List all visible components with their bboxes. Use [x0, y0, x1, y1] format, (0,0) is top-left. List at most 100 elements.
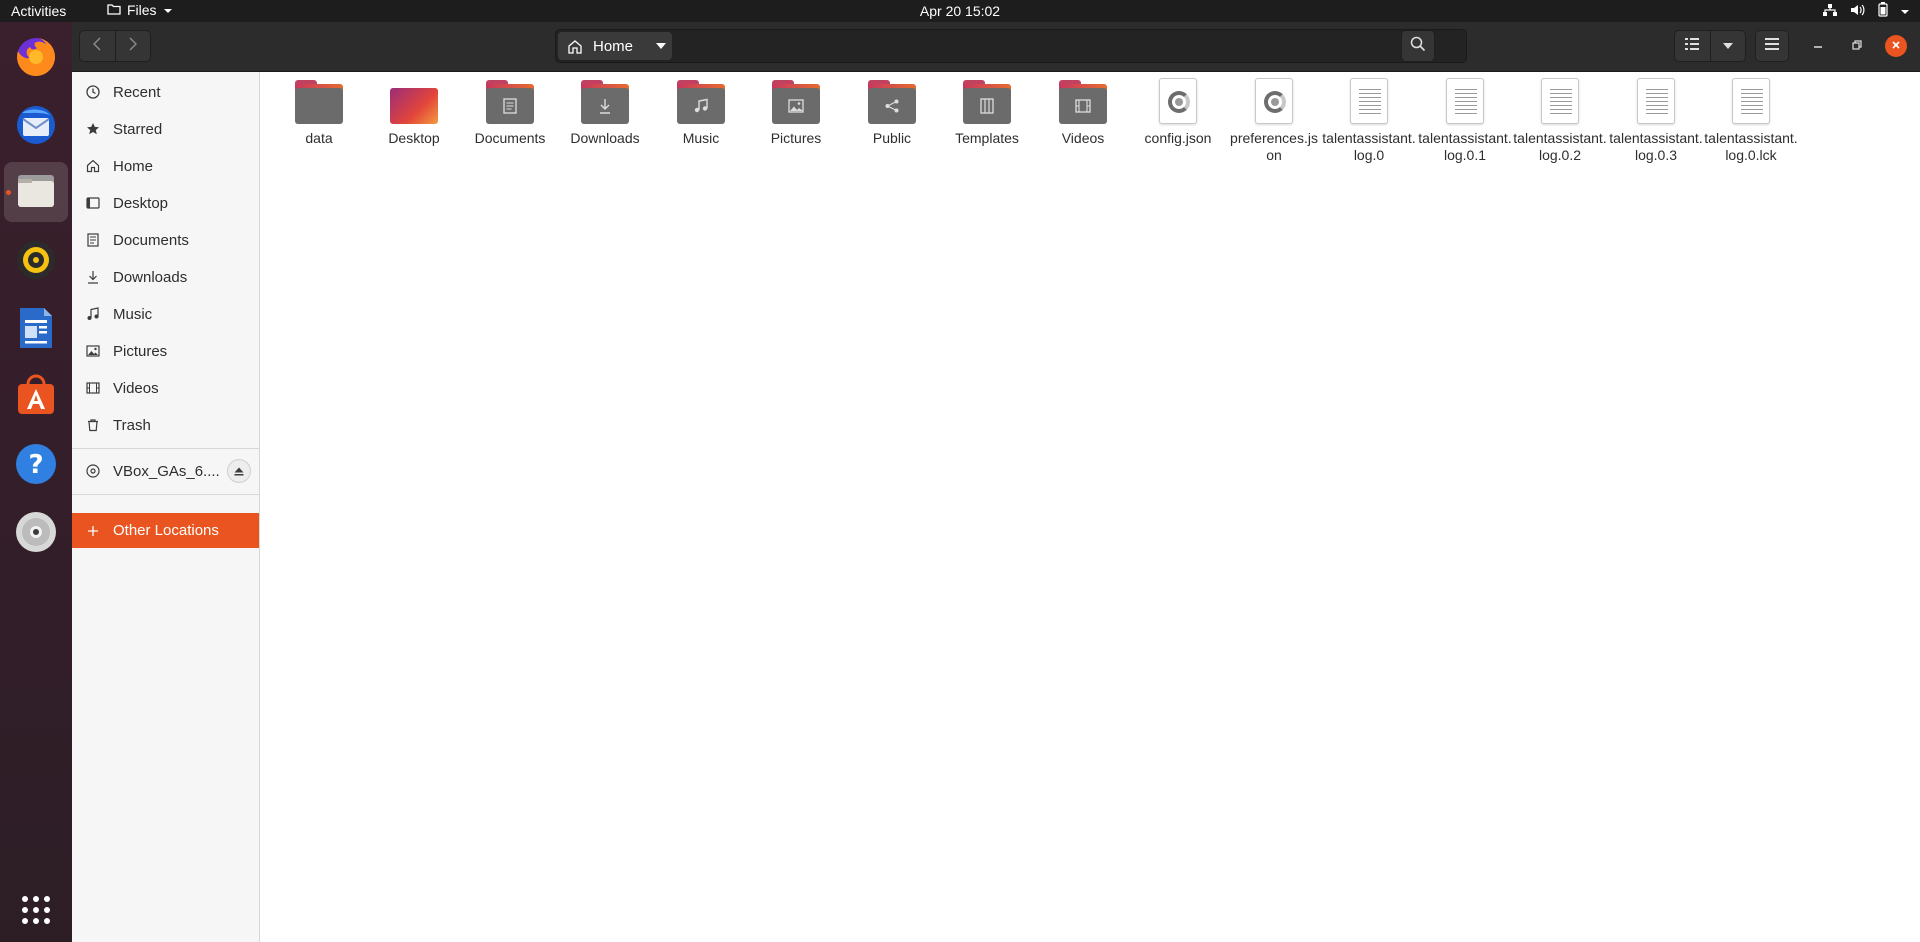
maximize-button[interactable] — [1845, 34, 1869, 58]
forward-button[interactable] — [114, 31, 151, 61]
help-icon: ? — [14, 442, 58, 491]
file-item-log-0-1[interactable]: talentassistant.log.0.1 — [1418, 76, 1512, 164]
back-button[interactable] — [80, 31, 115, 61]
list-view-icon — [1685, 37, 1700, 55]
view-options-button[interactable] — [1709, 31, 1746, 61]
file-item-data[interactable]: data — [272, 76, 366, 147]
sidebar-item-label: Pictures — [113, 342, 168, 360]
file-name: talentassistant.log.0.3 — [1609, 130, 1703, 163]
top-bar: Activities Files Apr 20 15:02 — [0, 0, 1920, 22]
chevron-right-icon — [129, 36, 137, 56]
file-item-videos[interactable]: Videos — [1036, 76, 1130, 147]
sidebar-item-downloads[interactable]: Downloads — [72, 259, 259, 295]
sidebar-item-device[interactable]: VBox_GAs_6.... — [72, 453, 259, 489]
dock-dvd[interactable] — [4, 504, 68, 564]
file-item-downloads[interactable]: Downloads — [558, 76, 652, 147]
dock-help[interactable]: ? — [4, 436, 68, 496]
restore-icon — [1852, 37, 1862, 55]
dock-thunderbird[interactable] — [4, 97, 68, 157]
file-item-log-0-2[interactable]: talentassistant.log.0.2 — [1513, 76, 1607, 164]
file-item-documents[interactable]: Documents — [463, 76, 557, 147]
disc-icon — [85, 463, 101, 479]
search-button[interactable] — [1401, 30, 1435, 62]
list-view-button[interactable] — [1675, 31, 1710, 61]
chevron-left-icon — [93, 36, 101, 56]
nav-buttons — [79, 30, 151, 62]
file-item-music[interactable]: Music — [654, 76, 748, 147]
sidebar-item-label: Music — [113, 305, 153, 323]
hamburger-icon — [1765, 37, 1779, 55]
file-item-desktop[interactable]: Desktop — [367, 76, 461, 147]
file-name: data — [305, 130, 333, 146]
clock[interactable]: Apr 20 15:02 — [920, 3, 1000, 19]
sidebar-item-desktop[interactable]: Desktop — [72, 185, 259, 221]
file-item-preferences-json[interactable]: preferences.json — [1227, 76, 1321, 164]
sidebar-item-label: Home — [113, 157, 154, 175]
sidebar-item-videos[interactable]: Videos — [72, 370, 259, 406]
dock-show-apps[interactable] — [4, 882, 68, 942]
minimize-button[interactable] — [1806, 34, 1830, 58]
sidebar-item-trash[interactable]: Trash — [72, 407, 259, 443]
plus-icon — [85, 523, 101, 539]
picture-icon — [85, 343, 101, 359]
volume-icon — [1850, 3, 1866, 20]
battery-icon — [1878, 2, 1888, 20]
download-icon — [85, 269, 101, 285]
text-file-icon — [1350, 78, 1388, 124]
close-button[interactable] — [1885, 35, 1907, 57]
json-file-icon — [1255, 78, 1293, 124]
sidebar: Recent Starred Home Desktop Documents Do… — [72, 72, 260, 942]
sidebar-item-label: Videos — [113, 379, 159, 397]
close-icon — [1891, 37, 1901, 55]
libreoffice-writer-icon — [16, 306, 56, 355]
system-tray[interactable] — [1822, 2, 1910, 20]
file-item-config-json[interactable]: config.json — [1131, 76, 1225, 147]
sidebar-item-other-locations[interactable]: Other Locations — [72, 513, 259, 548]
dock-firefox[interactable] — [4, 29, 68, 89]
text-file-icon — [1541, 78, 1579, 124]
dock-files[interactable] — [4, 162, 68, 222]
text-file-icon — [1637, 78, 1675, 124]
chevron-down-icon — [655, 42, 667, 50]
downloads-folder-icon — [581, 80, 629, 124]
sidebar-item-music[interactable]: Music — [72, 296, 259, 332]
file-name: Documents — [474, 130, 546, 146]
file-item-public[interactable]: Public — [845, 76, 939, 147]
sidebar-item-label: Other Locations — [113, 522, 219, 539]
path-bar[interactable]: Home — [555, 29, 1467, 63]
sidebar-item-label: Trash — [113, 416, 151, 434]
path-home-button[interactable]: Home — [558, 32, 672, 60]
sidebar-item-starred[interactable]: Starred — [72, 111, 259, 147]
main-menu-button[interactable] — [1755, 30, 1789, 62]
thunderbird-icon — [14, 103, 58, 152]
file-item-templates[interactable]: Templates — [940, 76, 1034, 147]
sidebar-item-documents[interactable]: Documents — [72, 222, 259, 258]
dock-writer[interactable] — [4, 300, 68, 360]
dvd-icon — [14, 510, 58, 559]
file-item-log-0-3[interactable]: talentassistant.log.0.3 — [1609, 76, 1703, 164]
file-item-log-0-lck[interactable]: talentassistant.log.0.lck — [1704, 76, 1798, 164]
activities-button[interactable]: Activities — [11, 3, 66, 19]
header-bar: Home — [72, 22, 1920, 72]
sidebar-item-home[interactable]: Home — [72, 148, 259, 184]
software-center-icon — [14, 374, 58, 423]
dock-rhythmbox[interactable] — [4, 232, 68, 292]
file-name: talentassistant.log.0 — [1322, 130, 1416, 163]
chevron-down-icon — [163, 2, 173, 18]
app-menu[interactable]: Files — [107, 2, 173, 18]
eject-button[interactable] — [227, 459, 251, 483]
music-icon — [85, 306, 101, 322]
file-item-pictures[interactable]: Pictures — [749, 76, 843, 147]
sidebar-item-recent[interactable]: Recent — [72, 74, 259, 110]
view-toggle-group — [1674, 30, 1746, 62]
file-name: Music — [682, 130, 720, 146]
file-item-log-0[interactable]: talentassistant.log.0 — [1322, 76, 1416, 164]
sidebar-item-label: Documents — [113, 231, 189, 249]
sidebar-item-label: VBox_GAs_6.... — [113, 462, 220, 480]
text-file-icon — [1732, 78, 1770, 124]
dock-software[interactable] — [4, 368, 68, 428]
public-folder-icon — [868, 80, 916, 124]
sidebar-item-pictures[interactable]: Pictures — [72, 333, 259, 369]
desktop-folder-icon — [390, 80, 438, 124]
file-name: Desktop — [388, 130, 440, 146]
